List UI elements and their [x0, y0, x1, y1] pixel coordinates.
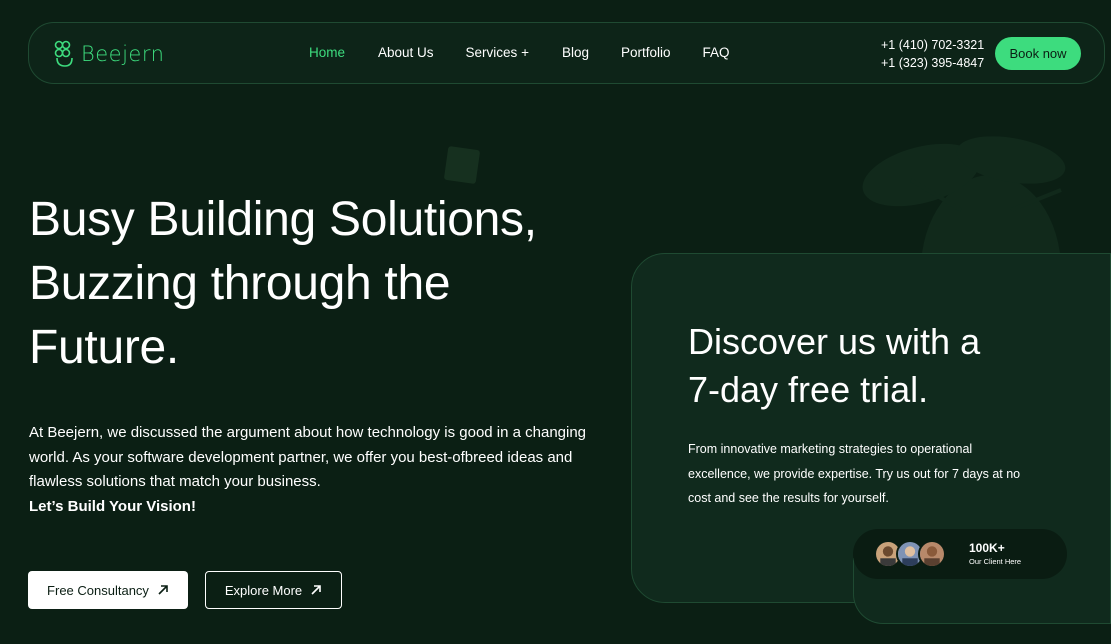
phone-number-2[interactable]: +1 (323) 395-4847	[881, 54, 984, 72]
hero-title-line-2: Buzzing through the	[29, 257, 451, 310]
clients-badge: 100K+ Our Client Here	[853, 529, 1067, 579]
nav-item-about-us[interactable]: About Us	[378, 45, 434, 60]
nav-item-home[interactable]: Home	[309, 45, 345, 60]
free-consultancy-label: Free Consultancy	[47, 582, 149, 598]
clients-count: 100K+	[969, 541, 1005, 555]
book-now-button[interactable]: Book now	[995, 37, 1081, 70]
free-consultancy-button[interactable]: Free Consultancy	[28, 571, 188, 609]
phone-numbers: +1 (410) 702-3321 +1 (323) 395-4847	[881, 36, 984, 72]
trial-title: Discover us with a 7-day free trial.	[688, 318, 1088, 414]
hero-title: Busy Building Solutions, Buzzing through…	[29, 188, 629, 380]
decorative-square	[443, 145, 481, 185]
client-avatars	[874, 540, 946, 568]
bee-logo-icon	[54, 40, 73, 67]
nav-menu: Home About Us Services + Blog Portfolio …	[309, 45, 730, 60]
nav-item-blog[interactable]: Blog	[562, 45, 589, 60]
top-navbar: Beejern Home About Us Services + Blog Po…	[28, 22, 1105, 84]
logo-text: Beejern	[81, 42, 165, 66]
hero-description: At Beejern, we discussed the argument ab…	[29, 421, 589, 519]
phone-number-1[interactable]: +1 (410) 702-3321	[881, 36, 984, 54]
hero-title-line-3: Future.	[29, 321, 179, 374]
trial-description: From innovative marketing strategies to …	[688, 442, 1021, 505]
nav-item-portfolio[interactable]: Portfolio	[621, 45, 671, 60]
explore-more-label: Explore More	[224, 582, 303, 598]
hero-title-line-1: Busy Building Solutions,	[29, 193, 537, 246]
hero-cta-text: Let’s Build Your Vision!	[29, 497, 196, 515]
clients-label: Our Client Here	[969, 557, 1022, 566]
brand-logo[interactable]: Beejern	[53, 37, 164, 71]
trial-title-line-2: 7-day free trial.	[688, 369, 929, 410]
arrow-up-right-icon	[311, 585, 321, 595]
hero-description-text: At Beejern, we discussed the argument ab…	[29, 424, 587, 490]
trial-title-line-1: Discover us with a	[688, 321, 981, 362]
arrow-up-right-icon	[158, 585, 168, 595]
explore-more-button[interactable]: Explore More	[205, 571, 342, 609]
nav-item-services[interactable]: Services +	[466, 45, 529, 60]
hero-buttons: Free Consultancy Explore More	[28, 571, 342, 609]
avatar	[918, 540, 946, 568]
nav-item-faq[interactable]: FAQ	[703, 45, 730, 60]
